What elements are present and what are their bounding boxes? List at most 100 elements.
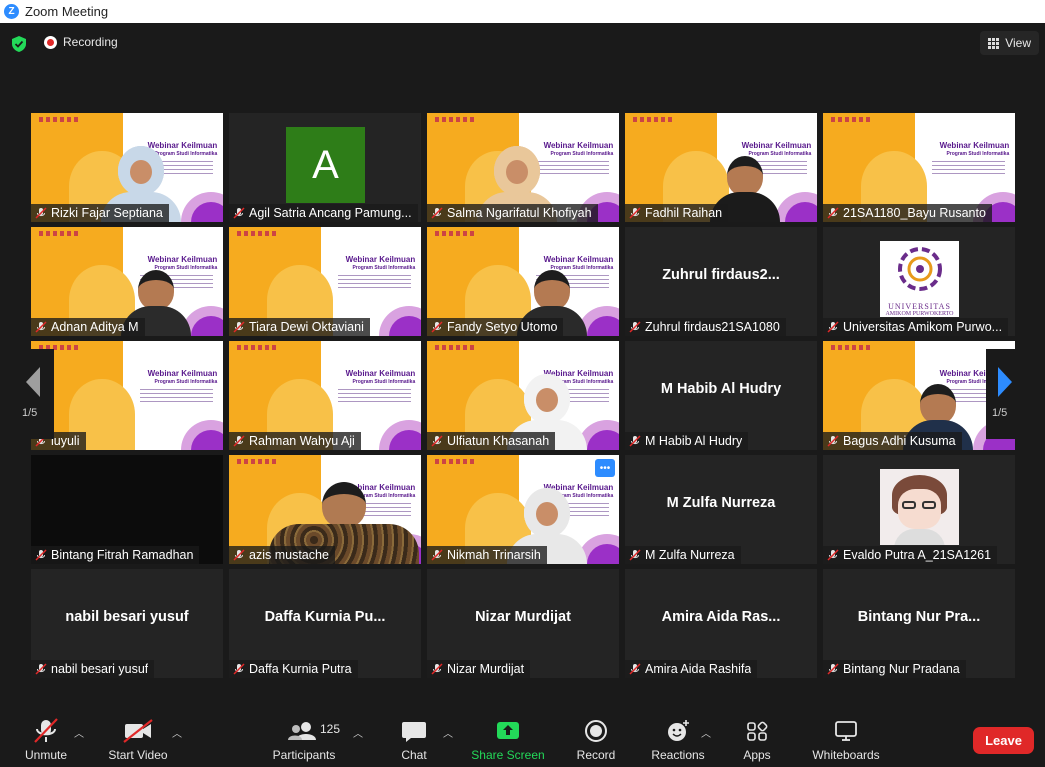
whiteboards-button[interactable]: Whiteboards <box>812 717 880 762</box>
participant-display-name: M Zulfa Nurreza <box>666 495 776 511</box>
participant-tile[interactable]: Webinar Keilmuan Program Studi Informatik… <box>229 227 421 336</box>
recording-indicator[interactable]: Recording <box>44 35 118 49</box>
participant-tile[interactable]: UNIVERSITAS AMIKOM PURWOKERTO Universitas … <box>823 227 1015 336</box>
participant-name-tag: Bagus Adhi Kusuma <box>823 432 962 450</box>
slide-subtitle: Program Studi Informatika <box>352 379 416 385</box>
audio-options-caret-icon[interactable]: ︿ <box>74 725 84 740</box>
participant-tile[interactable]: M Habib Al Hudry M Habib Al Hudry <box>625 341 817 450</box>
participant-tile[interactable]: Webinar Keilmuan Program Studi Informatik… <box>229 341 421 450</box>
slide-subtitle: Program Studi Informatika <box>154 379 218 385</box>
muted-mic-icon <box>827 663 839 675</box>
next-page-button[interactable]: 1/5 <box>986 349 1024 439</box>
recording-dot-icon <box>44 35 57 49</box>
chat-options-caret-icon[interactable]: ︿ <box>443 725 453 740</box>
participant-name: Rahman Wahyu Aji <box>249 434 355 448</box>
participant-name: Fadhil Raihan <box>645 206 723 220</box>
muted-mic-icon <box>233 207 245 219</box>
participant-tile[interactable]: Bintang Fitrah Ramadhan <box>31 455 223 564</box>
participant-name-tag: Fadhil Raihan <box>625 204 729 222</box>
chat-label: Chat <box>401 748 427 762</box>
muted-mic-icon <box>431 549 443 561</box>
participant-tile[interactable]: Webinar Keilmuan Program Studi Informatik… <box>427 227 619 336</box>
slide-title: Webinar Keilmuan <box>345 369 416 378</box>
participant-name-tag: Rizki Fajar Septiana <box>31 204 169 222</box>
muted-mic-icon <box>629 207 641 219</box>
record-button[interactable]: Record <box>576 717 616 762</box>
more-options-button[interactable]: ••• <box>595 459 615 477</box>
participant-tile[interactable]: Webinar Keilmuan Program Studi Informatik… <box>31 113 223 222</box>
start-video-button[interactable]: Start Video <box>108 717 168 762</box>
participant-tile[interactable]: Zuhrul firdaus2... Zuhrul firdaus21SA1080 <box>625 227 817 336</box>
reactions-button[interactable]: Reactions <box>651 717 705 762</box>
cartoon-avatar <box>880 469 959 545</box>
participant-name-tag: Amira Aida Rashifa <box>625 660 758 678</box>
muted-mic-icon <box>233 663 245 675</box>
share-screen-button[interactable]: Share Screen <box>471 717 545 762</box>
participant-name: Fandy Setyo Utomo <box>447 320 558 334</box>
previous-page-button[interactable]: 1/5 <box>16 349 54 439</box>
participant-tile[interactable]: Webinar Keilmuan Program Studi Informatik… <box>31 341 223 450</box>
unmute-label: Unmute <box>24 748 68 762</box>
slide-title: Webinar Keilmuan <box>543 255 614 264</box>
participant-tile[interactable]: Webinar Keilmuan Program Studi Informatik… <box>823 113 1015 222</box>
participant-tile[interactable]: Evaldo Putra A_21SA1261 <box>823 455 1015 564</box>
unmute-button[interactable]: Unmute <box>22 717 70 762</box>
page-indicator-right: 1/5 <box>992 407 1008 419</box>
participant-tile[interactable]: Webinar Keilmuan Program Studi Informatik… <box>427 113 619 222</box>
participant-name: Salma Ngarifatul Khofiyah <box>447 206 592 220</box>
leave-button[interactable]: Leave <box>973 727 1034 754</box>
whiteboard-icon <box>835 721 857 741</box>
participant-name-tag: Bintang Fitrah Ramadhan <box>31 546 200 564</box>
slide-title: Webinar Keilmuan <box>147 255 218 264</box>
participant-name-tag: Salma Ngarifatul Khofiyah <box>427 204 598 222</box>
security-shield-icon[interactable] <box>10 35 28 53</box>
participant-tile[interactable]: Bintang Nur Pra... Bintang Nur Pradana <box>823 569 1015 678</box>
participant-tile[interactable]: Nizar Murdijat Nizar Murdijat <box>427 569 619 678</box>
participant-name: M Zulfa Nurreza <box>645 548 735 562</box>
participant-name: Bagus Adhi Kusuma <box>843 434 956 448</box>
whiteboards-label: Whiteboards <box>812 748 880 762</box>
chevron-left-icon <box>26 367 40 397</box>
reactions-options-caret-icon[interactable]: ︿ <box>701 725 711 740</box>
participant-tile[interactable]: Webinar Keilmuan Program Studi Informatik… <box>229 455 421 564</box>
participant-tile[interactable]: nabil besari yusuf nabil besari yusuf <box>31 569 223 678</box>
recording-label: Recording <box>63 35 118 49</box>
muted-microphone-icon <box>34 718 58 743</box>
participant-name: Tiara Dewi Oktaviani <box>249 320 364 334</box>
participant-tile[interactable]: Daffa Kurnia Pu... Daffa Kurnia Putra <box>229 569 421 678</box>
muted-mic-icon <box>233 549 245 561</box>
slide-subtitle: Program Studi Informatika <box>946 151 1010 157</box>
participants-count: 125 <box>320 722 341 736</box>
muted-mic-icon <box>35 321 47 333</box>
participant-tile[interactable]: Webinar Keilmuan Program Studi Informatik… <box>31 227 223 336</box>
participant-tile[interactable]: Webinar Keilmuan Program Studi Informatik… <box>427 455 619 564</box>
meeting-toolbar: Unmute ︿ Start Video ︿ Participants 125 … <box>0 713 1045 767</box>
avatar: A <box>286 127 365 203</box>
slide-title: Webinar Keilmuan <box>741 141 812 150</box>
muted-mic-icon <box>233 435 245 447</box>
participants-options-caret-icon[interactable]: ︿ <box>353 725 363 740</box>
participant-tile[interactable]: A Agil Satria Ancang Pamung... <box>229 113 421 222</box>
muted-mic-icon <box>431 321 443 333</box>
view-label: View <box>1005 36 1031 50</box>
participant-tile[interactable]: M Zulfa Nurreza M Zulfa Nurreza <box>625 455 817 564</box>
participant-name: luyuli <box>51 434 80 448</box>
chat-button[interactable]: Chat <box>396 717 432 762</box>
apps-label: Apps <box>743 748 771 762</box>
participant-name: nabil besari yusuf <box>51 662 149 676</box>
video-options-caret-icon[interactable]: ︿ <box>172 725 182 740</box>
meeting-top-bar: Recording View <box>0 23 1045 63</box>
participant-tile[interactable]: Webinar Keilmuan Program Studi Informatik… <box>427 341 619 450</box>
view-button[interactable]: View <box>980 31 1039 55</box>
logo-text-bottom: AMIKOM PURWOKERTO <box>885 311 954 317</box>
apps-button[interactable]: Apps <box>738 717 776 762</box>
grid-view-icon <box>988 37 1000 49</box>
participant-tile[interactable]: Webinar Keilmuan Program Studi Informatik… <box>625 113 817 222</box>
participant-name-tag: M Habib Al Hudry <box>625 432 749 450</box>
muted-mic-icon <box>629 549 641 561</box>
participant-tile[interactable]: Amira Aida Ras... Amira Aida Rashifa <box>625 569 817 678</box>
chevron-right-icon <box>998 367 1012 397</box>
participant-display-name: nabil besari yusuf <box>65 609 189 625</box>
muted-mic-icon <box>629 321 641 333</box>
muted-mic-icon <box>233 321 245 333</box>
